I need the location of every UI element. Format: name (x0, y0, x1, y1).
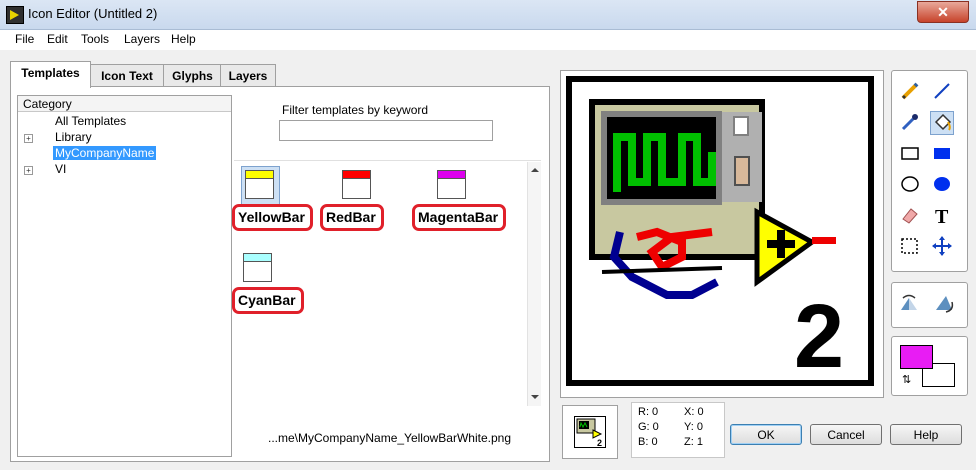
cancel-button[interactable]: Cancel (810, 424, 882, 445)
green-value: G: 0 (638, 421, 659, 433)
menu-file[interactable]: File (15, 32, 34, 46)
tree-item-mycompanyname[interactable]: MyCompanyName (53, 146, 157, 160)
tab-templates[interactable]: Templates (10, 61, 91, 88)
template-file-path: ...me\MyCompanyName_YellowBarWhite.png (268, 431, 511, 445)
rectangle-outline-icon[interactable] (898, 142, 922, 166)
x-coordinate: X: 0 (684, 406, 704, 418)
filter-input[interactable] (279, 120, 493, 141)
menu-layers[interactable]: Layers (124, 32, 160, 46)
drawing-tools-panel: T (891, 70, 968, 272)
flip-horizontal-icon[interactable] (897, 292, 921, 316)
pixel-info-readout: R: 0 G: 0 B: 0 X: 0 Y: 0 Z: 1 (631, 402, 725, 458)
text-tool-icon[interactable]: T (930, 204, 954, 228)
probe-plus-h (767, 240, 795, 248)
line-icon[interactable] (930, 80, 954, 104)
labview-app-icon (6, 6, 24, 24)
pencil-icon[interactable] (898, 80, 922, 104)
template-color-bar (343, 171, 370, 179)
tree-item-all-templates[interactable]: All Templates (55, 114, 126, 128)
preview-glyph: 2 (794, 287, 844, 380)
templates-scrollbar[interactable] (527, 162, 541, 406)
blue-value: B: 0 (638, 436, 658, 448)
waveform-shape (613, 133, 716, 192)
icon-thumbnail: 2 (562, 405, 618, 459)
select-icon[interactable] (898, 235, 922, 259)
tab-glyphs[interactable]: Glyphs (163, 64, 222, 87)
menu-help[interactable]: Help (171, 32, 196, 46)
scroll-down-icon[interactable] (531, 395, 539, 399)
template-label-redbar[interactable]: RedBar (320, 204, 384, 231)
category-header-label: Category (23, 97, 72, 111)
template-thumbnail-cyanbar[interactable] (243, 253, 272, 282)
expand-vi-icon[interactable]: + (24, 166, 33, 175)
template-label-magentabar[interactable]: MagentaBar (412, 204, 507, 231)
red-value: R: 0 (638, 406, 659, 418)
icon-artwork: 2 (589, 99, 844, 387)
color-picker-icon[interactable] (898, 111, 922, 135)
help-button[interactable]: Help (890, 424, 962, 445)
templates-grid (234, 160, 541, 407)
template-color-bar (438, 171, 465, 179)
tree-item-library[interactable]: Library (55, 130, 92, 144)
rotate-icon[interactable] (932, 292, 956, 316)
ellipse-filled-icon[interactable] (930, 173, 954, 197)
monitor-knob-bottom (734, 156, 750, 186)
category-tree[interactable]: Category All Templates + Library MyCompa… (17, 95, 232, 457)
template-color-bar (244, 254, 271, 262)
ellipse-outline-icon[interactable] (898, 173, 922, 197)
ok-button[interactable]: OK (730, 424, 802, 445)
category-header: Category (18, 96, 231, 112)
icon-drawing-area[interactable]: 2 (572, 82, 868, 387)
template-color-bar (246, 171, 273, 179)
scroll-up-icon[interactable] (531, 168, 539, 172)
z-layer: Z: 1 (684, 436, 703, 448)
template-label-yellowbar[interactable]: YellowBar (232, 204, 313, 231)
template-label-cyanbar[interactable]: CyanBar (232, 287, 304, 314)
template-thumbnail-magentabar[interactable] (437, 170, 466, 199)
probe-tip-shape (812, 237, 836, 244)
foreground-color-swatch[interactable] (900, 345, 933, 369)
fill-bucket-icon[interactable] (930, 111, 954, 135)
move-icon[interactable] (930, 235, 954, 259)
close-window-button[interactable]: ✕ (917, 1, 969, 23)
expand-library-icon[interactable]: + (24, 134, 33, 143)
window-title: Icon Editor (Untitled 2) (28, 6, 158, 21)
menu-bar: File Edit Tools Layers Help (0, 30, 976, 50)
svg-text:T: T (935, 206, 949, 226)
menu-edit[interactable]: Edit (47, 32, 68, 46)
tree-item-vi[interactable]: VI (55, 162, 66, 176)
template-thumbnail-redbar[interactable] (342, 170, 371, 199)
color-panel: ⇅ (891, 336, 968, 396)
rectangle-filled-icon[interactable] (930, 142, 954, 166)
template-thumbnail-yellowbar[interactable] (245, 170, 274, 199)
eraser-icon[interactable] (898, 204, 922, 228)
tab-layers[interactable]: Layers (220, 64, 276, 87)
flip-rotate-panel (891, 282, 968, 328)
thumbnail-glyph: 2 (597, 438, 602, 448)
y-coordinate: Y: 0 (684, 421, 703, 433)
tab-icon-text[interactable]: Icon Text (89, 64, 165, 87)
swap-colors-icon[interactable]: ⇅ (902, 373, 911, 386)
menu-tools[interactable]: Tools (81, 32, 109, 46)
monitor-knob-top (733, 116, 749, 136)
filter-label: Filter templates by keyword (282, 103, 429, 117)
